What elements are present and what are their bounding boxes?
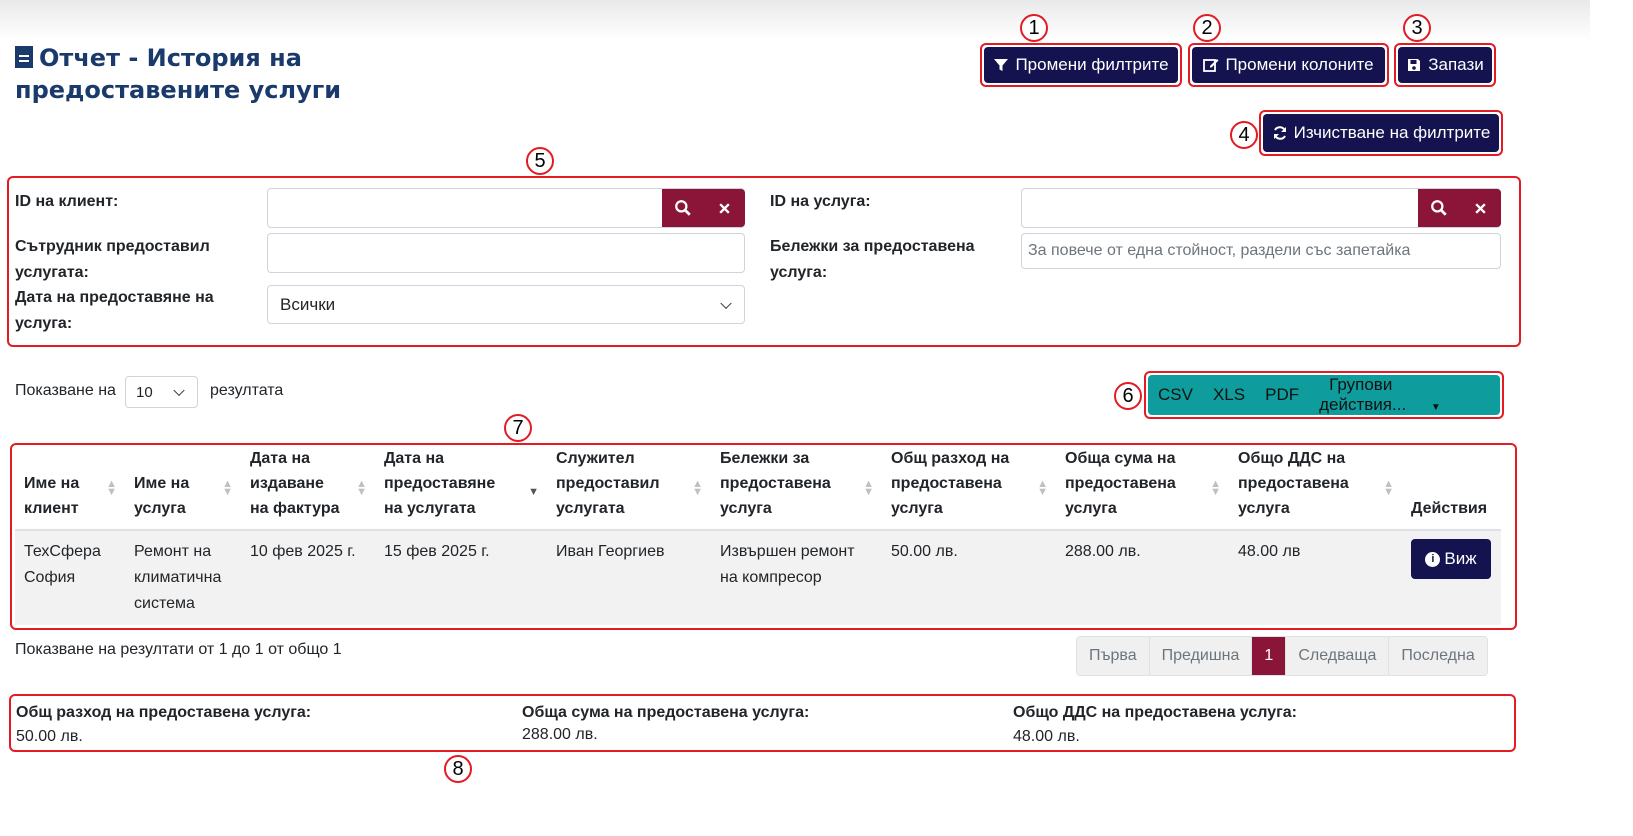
service-id-input[interactable] (1021, 188, 1501, 228)
clear-button[interactable] (1460, 189, 1501, 227)
caret-down-icon: ▼ (1430, 402, 1441, 413)
filter-icon (994, 59, 1009, 71)
clear-button[interactable] (704, 189, 745, 227)
sort-icon: ▲ ▼ (863, 477, 874, 498)
cell-vat: 48.00 лв (1229, 530, 1402, 625)
refresh-icon (1273, 126, 1286, 140)
col-notes[interactable]: Бележки за предоставена услуга ▲ ▼ (711, 440, 882, 531)
pdf-button[interactable]: PDF (1255, 385, 1309, 405)
save-button[interactable]: Запази (1398, 47, 1492, 83)
search-button[interactable] (662, 189, 704, 227)
callout-1: 1 (1020, 14, 1048, 42)
col-actions: Действия (1402, 440, 1501, 531)
col-client-name[interactable]: Име на клиент ▲ ▼ (15, 440, 125, 531)
notes-label: Бележки за предоставена услуга: (770, 238, 975, 281)
col-service-name[interactable]: Име на услуга ▲ ▼ (125, 440, 241, 531)
service-id-label: ID на услуга: (770, 193, 871, 210)
close-icon (719, 202, 730, 214)
page-title: Отчет - История на предоставените услуги (15, 44, 342, 104)
total-cost-value: 50.00 лв. (16, 728, 83, 745)
date-label: Дата на предоставяне на услуга: (15, 289, 214, 332)
change-columns-button[interactable]: Промени колоните (1192, 47, 1385, 83)
search-icon (675, 200, 691, 216)
cell-actions: i Виж (1402, 530, 1501, 625)
total-sum-label: Обща сума на предоставена услуга: (522, 704, 810, 721)
callout-6: 6 (1114, 382, 1142, 410)
col-invoice-date[interactable]: Дата на издаване на фактура ▲ ▼ (241, 440, 375, 531)
search-button[interactable] (1418, 189, 1460, 227)
callout-7: 7 (504, 414, 532, 442)
sort-icon: ▲ ▼ (1037, 477, 1048, 498)
chevron-down-icon (720, 297, 732, 309)
page-last[interactable]: Последна (1389, 637, 1487, 675)
page-prev[interactable]: Предишна (1149, 637, 1253, 675)
notes-placeholder: За повече от една стойност, раздели със … (1028, 242, 1411, 259)
page-size-prefix: Показване на (15, 382, 116, 399)
services-table: Име на клиент ▲ ▼ Име на услуга ▲ ▼ Дата на изд… (15, 440, 1501, 625)
page-size-select[interactable]: 10 (125, 376, 198, 408)
col-service-date[interactable]: Дата на предоставяне на услугата ▼ (375, 440, 547, 531)
export-button-group: CSV XLS PDF Групови действия... ▼ (1148, 375, 1500, 415)
callout-2: 2 (1193, 14, 1221, 42)
sort-icon: ▲ ▼ (222, 477, 233, 498)
cell-client: ТехСфера София (15, 530, 125, 625)
search-icon (1431, 200, 1447, 216)
cell-service-date: 15 фев 2025 г. (375, 530, 547, 625)
col-total-sum[interactable]: Обща сума на предоставена услуга ▲ ▼ (1056, 440, 1229, 531)
sort-icon: ▲ ▼ (106, 477, 117, 498)
save-icon (1408, 59, 1421, 71)
client-id-input[interactable] (267, 188, 745, 228)
notes-input[interactable]: За повече от една стойност, раздели със … (1021, 233, 1501, 269)
cell-notes: Извършен ремонт на компресор (711, 530, 882, 625)
employee-input[interactable] (267, 233, 745, 273)
cell-service: Ремонт на климатична система (125, 530, 241, 625)
cell-invoice-date: 10 фев 2025 г. (241, 530, 375, 625)
close-icon (1475, 202, 1486, 214)
sort-icon: ▲ ▼ (1210, 477, 1221, 498)
callout-4: 4 (1230, 121, 1258, 149)
sort-desc-icon: ▼ (528, 485, 539, 498)
cell-employee: Иван Георгиев (547, 530, 711, 625)
top-shadow-bar (0, 0, 1590, 40)
page-next[interactable]: Следваща (1286, 637, 1390, 675)
table-row[interactable]: ТехСфера София Ремонт на климатична система… (15, 530, 1501, 625)
document-icon (15, 46, 33, 68)
results-summary: Показване на резултати от 1 до 1 от общо… (15, 641, 342, 658)
cell-total: 288.00 лв. (1056, 530, 1229, 625)
total-sum-value: 288.00 лв. (522, 726, 598, 743)
page-current[interactable]: 1 (1252, 637, 1287, 675)
col-employee[interactable]: Служител предоставил услугата ▲ ▼ (547, 440, 711, 531)
callout-8: 8 (444, 755, 472, 783)
col-total-vat[interactable]: Общо ДДС на предоставена услуга ▲ ▼ (1229, 440, 1402, 531)
sort-icon: ▲ ▼ (1383, 477, 1394, 498)
employee-label: Сътрудник предоставил услугата: (15, 238, 210, 281)
info-icon: i (1425, 551, 1441, 567)
clear-filters-button[interactable]: Изчистване на филтрите (1263, 114, 1499, 152)
change-filters-button[interactable]: Промени филтрите (984, 47, 1178, 83)
totals-frame (9, 694, 1516, 752)
view-button[interactable]: i Виж (1411, 539, 1491, 579)
page-size-suffix: резултата (210, 382, 284, 399)
sort-icon: ▲ ▼ (356, 477, 367, 498)
pagination: Първа Предишна 1 Следваща Последна (1076, 636, 1488, 676)
bulk-actions-dropdown[interactable]: Групови действия... ▼ (1309, 375, 1500, 415)
client-id-label: ID на клиент: (15, 193, 119, 210)
edit-icon (1203, 59, 1219, 72)
total-vat-label: Общо ДДС на предоставена услуга: (1013, 704, 1297, 721)
table-header-row: Име на клиент ▲ ▼ Име на услуга ▲ ▼ Дата на изд… (15, 440, 1501, 531)
callout-3: 3 (1403, 14, 1431, 42)
total-vat-value: 48.00 лв. (1013, 728, 1080, 745)
date-select[interactable]: Всички (267, 285, 745, 324)
col-total-cost[interactable]: Общ разход на предоставена услуга ▲ ▼ (882, 440, 1056, 531)
csv-button[interactable]: CSV (1148, 385, 1203, 405)
callout-5: 5 (526, 147, 554, 175)
sort-icon: ▲ ▼ (692, 477, 703, 498)
xls-button[interactable]: XLS (1203, 385, 1255, 405)
chevron-down-icon (173, 384, 185, 397)
page-first[interactable]: Първа (1077, 637, 1150, 675)
cell-cost: 50.00 лв. (882, 530, 1056, 625)
total-cost-label: Общ разход на предоставена услуга: (16, 704, 312, 721)
